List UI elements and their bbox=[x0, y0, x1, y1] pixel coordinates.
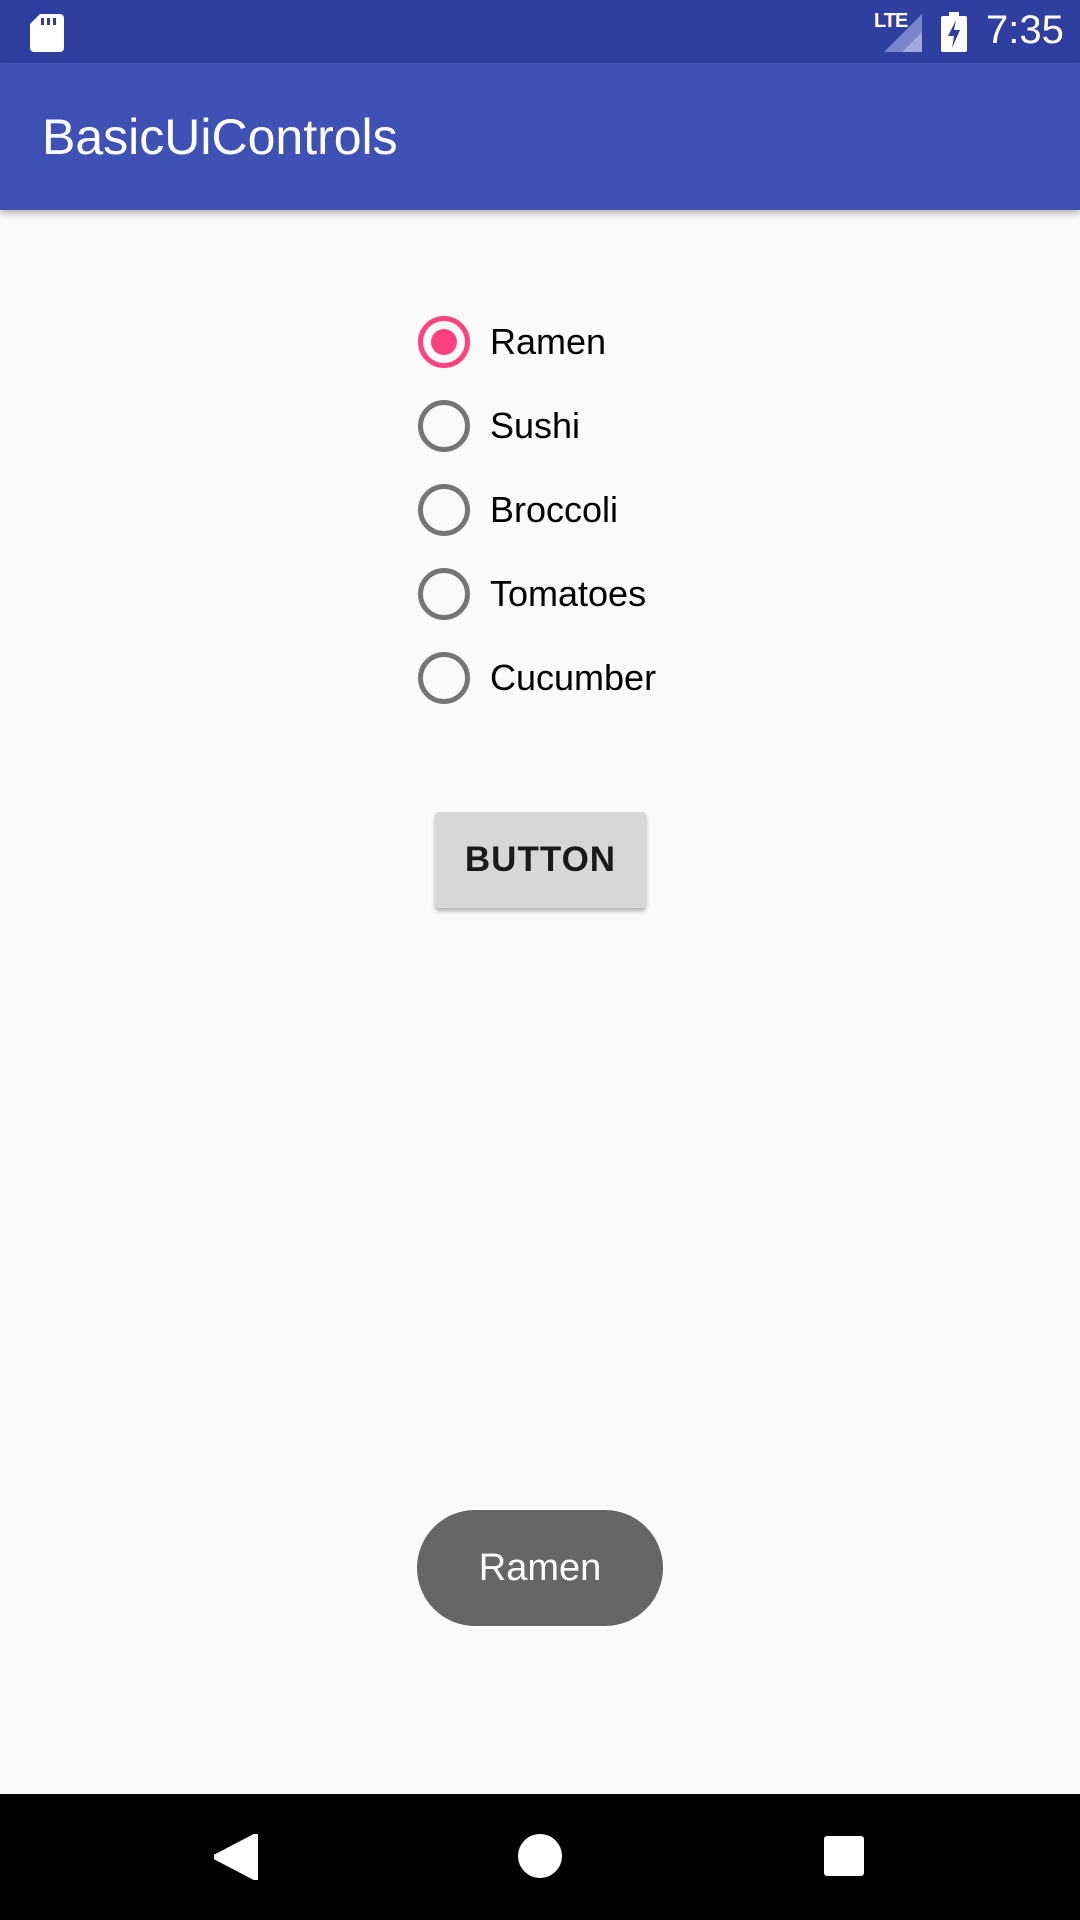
home-icon[interactable] bbox=[518, 1834, 562, 1878]
radio-label: Cucumber bbox=[490, 657, 657, 698]
signal-icon bbox=[884, 14, 922, 52]
radio-label: Broccoli bbox=[490, 489, 619, 530]
radio-button-unchecked-icon[interactable] bbox=[418, 568, 470, 620]
radio-label: Sushi bbox=[490, 405, 581, 446]
status-bar: LTE 7:35 bbox=[0, 0, 1080, 63]
radio-label: Ramen bbox=[490, 321, 607, 362]
battery-charging-icon bbox=[941, 12, 967, 52]
toast-message: Ramen bbox=[417, 1510, 663, 1626]
radio-label: Tomatoes bbox=[490, 573, 647, 614]
radio-option-broccoli[interactable]: Broccoli bbox=[418, 468, 818, 552]
radio-option-cucumber[interactable]: Cucumber bbox=[418, 636, 818, 720]
radio-option-sushi[interactable]: Sushi bbox=[418, 384, 818, 468]
main-button[interactable]: BUTTON bbox=[435, 812, 646, 908]
radio-button-unchecked-icon[interactable] bbox=[418, 484, 470, 536]
navigation-bar bbox=[0, 1794, 1080, 1920]
radio-option-ramen[interactable]: Ramen bbox=[418, 300, 818, 384]
radio-button-checked-icon[interactable] bbox=[418, 316, 470, 368]
app-bar: BasicUiControls bbox=[0, 63, 1080, 210]
radio-button-unchecked-icon[interactable] bbox=[418, 652, 470, 704]
sd-card-icon bbox=[30, 14, 64, 52]
recents-icon[interactable] bbox=[824, 1836, 864, 1876]
radio-option-tomatoes[interactable]: Tomatoes bbox=[418, 552, 818, 636]
radio-group: Ramen Sushi Broccoli Tomatoes Cucumber bbox=[418, 300, 818, 720]
back-icon[interactable] bbox=[214, 1834, 258, 1880]
status-clock: 7:35 bbox=[986, 8, 1064, 52]
radio-button-unchecked-icon[interactable] bbox=[418, 400, 470, 452]
app-title: BasicUiControls bbox=[42, 109, 398, 165]
screen: LTE 7:35 BasicUiControls Ramen Sushi Bro… bbox=[0, 0, 1080, 1920]
